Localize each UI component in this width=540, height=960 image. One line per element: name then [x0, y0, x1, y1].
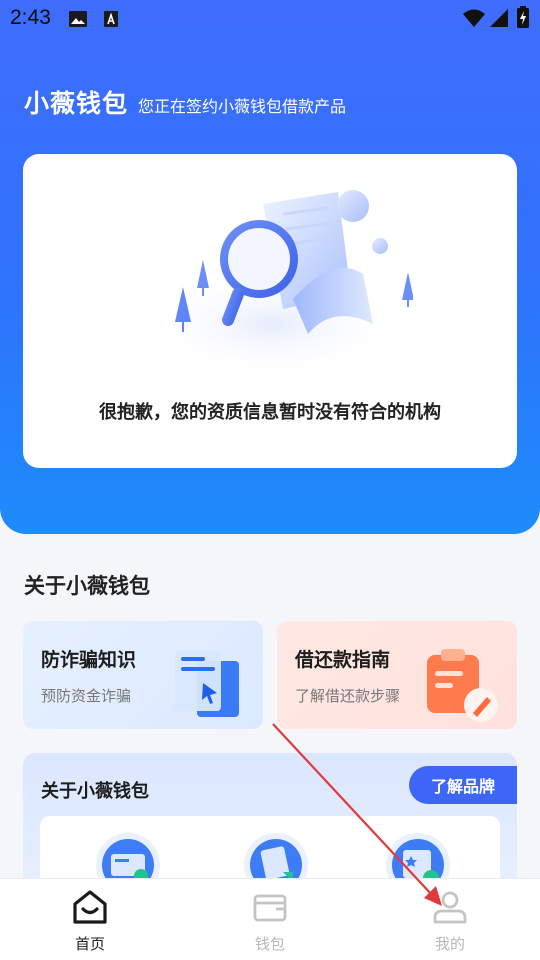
anti-fraud-card[interactable]: 防诈骗知识 预防资金诈骗	[23, 621, 263, 729]
anti-fraud-subtitle: 预防资金诈骗	[41, 687, 132, 705]
wifi-icon	[463, 9, 485, 27]
status-time: 2:43	[10, 6, 51, 29]
battery-icon	[517, 6, 529, 28]
signal-icon	[490, 9, 508, 27]
clipboard-pen-icon	[427, 649, 498, 722]
document-cursor-icon	[175, 651, 239, 717]
wallet-icon	[253, 894, 287, 922]
no-match-message: 很抱歉，您的资质信息暂时没有符合的机构	[99, 402, 441, 423]
nav-wallet[interactable]: 钱包	[210, 887, 330, 959]
section-title-about: 关于小薇钱包	[24, 574, 150, 598]
header-brand: 小薇钱包 您正在签约小薇钱包借款产品	[24, 84, 346, 120]
nav-home-label: 首页	[74, 935, 105, 953]
search-illustration	[138, 190, 413, 379]
app-notification-icon	[104, 11, 118, 27]
nav-mine-label: 我的	[434, 935, 465, 953]
bottom-nav: 首页 钱包 我的	[0, 878, 540, 960]
nav-home[interactable]: 首页	[30, 887, 150, 959]
app-title: 小薇钱包	[24, 89, 129, 118]
no-match-card: 很抱歉，您的资质信息暂时没有符合的机构	[23, 154, 517, 468]
repayment-guide-title: 借还款指南	[295, 649, 391, 671]
image-notification-icon	[69, 11, 87, 27]
user-icon	[433, 891, 467, 924]
anti-fraud-title: 防诈骗知识	[41, 649, 137, 671]
repayment-guide-subtitle: 了解借还款步骤	[295, 687, 401, 705]
about-panel-title: 关于小薇钱包	[41, 781, 149, 802]
status-bar: 2:43	[0, 0, 540, 36]
learn-brand-button[interactable]: 了解品牌	[409, 766, 517, 804]
nav-mine[interactable]: 我的	[390, 887, 510, 959]
nav-wallet-label: 钱包	[254, 935, 285, 953]
header-subtitle: 您正在签约小薇钱包借款产品	[138, 97, 347, 116]
repayment-guide-card[interactable]: 借还款指南 了解借还款步骤	[277, 621, 517, 729]
home-icon	[73, 890, 107, 924]
